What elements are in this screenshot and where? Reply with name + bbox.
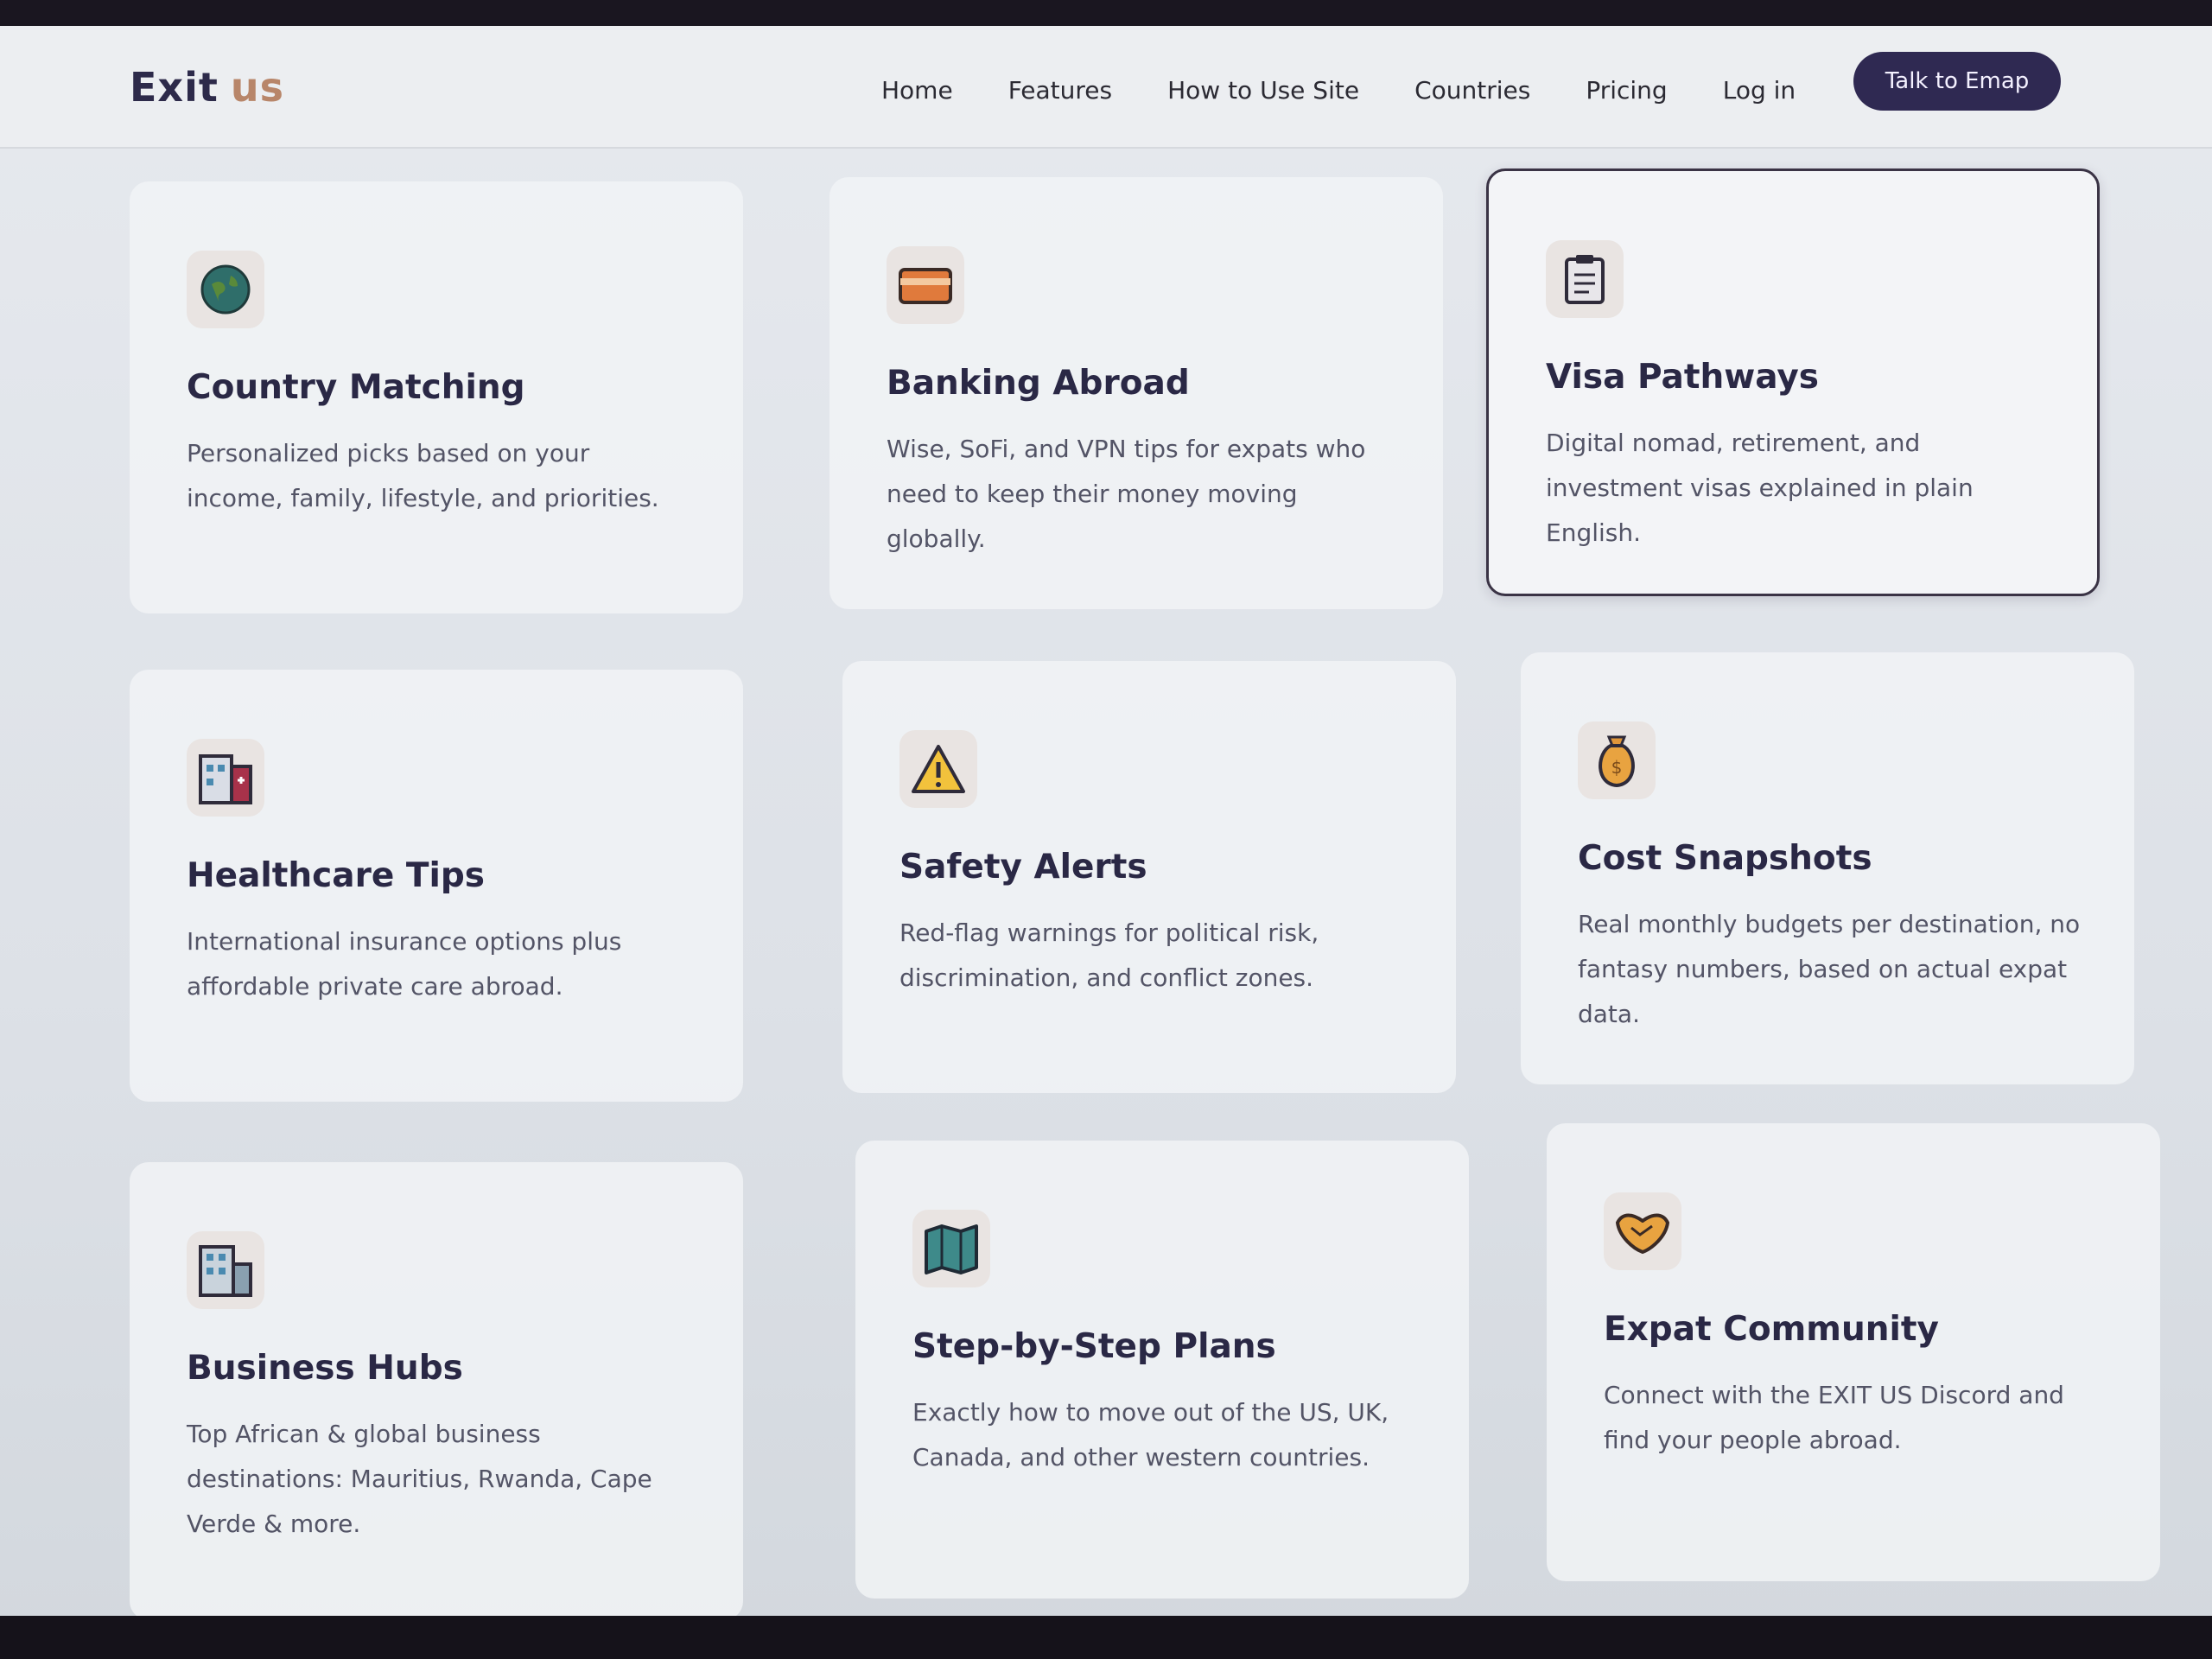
clipboard-icon <box>1546 240 1624 318</box>
logo-word-us: us <box>230 64 284 111</box>
logo-word-exit: Exit <box>130 64 219 111</box>
feature-card-visa-pathways[interactable]: Visa Pathways Digital nomad, retirement,… <box>1486 168 2100 596</box>
nav-link-features[interactable]: Features <box>1008 76 1112 105</box>
site-logo[interactable]: Exit us <box>130 64 284 111</box>
map-icon <box>912 1210 990 1287</box>
nav-link-pricing[interactable]: Pricing <box>1586 76 1667 105</box>
nav-link-how-to-use[interactable]: How to Use Site <box>1167 76 1359 105</box>
office-building-icon <box>187 1231 264 1309</box>
browser-viewport: Exit us Home Features How to Use Site Cou… <box>0 26 2212 1633</box>
feature-card-safety-alerts[interactable]: Safety Alerts Red-flag warnings for poli… <box>842 661 1456 1093</box>
feature-card-cost-snapshots[interactable]: $ Cost Snapshots Real monthly budgets pe… <box>1521 652 2134 1084</box>
feature-description: Top African & global business destinatio… <box>187 1420 652 1538</box>
feature-description: Personalized picks based on your income,… <box>187 439 659 512</box>
feature-card-business-hubs[interactable]: Business Hubs Top African & global busin… <box>130 1162 743 1620</box>
feature-description: Exactly how to move out of the US, UK, C… <box>912 1398 1389 1471</box>
feature-title: Expat Community <box>1604 1310 1939 1349</box>
feature-title: Cost Snapshots <box>1578 839 1872 878</box>
feature-title: Visa Pathways <box>1546 358 1820 397</box>
svg-text:$: $ <box>1611 757 1623 778</box>
top-navbar: Exit us Home Features How to Use Site Cou… <box>0 26 2212 149</box>
money-bag-icon: $ <box>1578 721 1656 799</box>
feature-description: Red-flag warnings for political risk, di… <box>899 918 1319 992</box>
feature-card-healthcare-tips[interactable]: Healthcare Tips International insurance … <box>130 670 743 1102</box>
feature-title: Step-by-Step Plans <box>912 1327 1276 1366</box>
feature-title: Healthcare Tips <box>187 856 485 895</box>
feature-description: International insurance options plus aff… <box>187 927 622 1001</box>
handshake-icon <box>1604 1192 1681 1270</box>
nav-link-countries[interactable]: Countries <box>1414 76 1530 105</box>
feature-title: Safety Alerts <box>899 848 1147 887</box>
nav-links: Home Features How to Use Site Countries … <box>881 76 1796 105</box>
globe-icon <box>187 251 264 328</box>
talk-to-emap-button[interactable]: Talk to Emap <box>1853 52 2061 111</box>
feature-description: Connect with the EXIT US Discord and fin… <box>1604 1381 2064 1454</box>
feature-description: Real monthly budgets per destination, no… <box>1578 910 2081 1028</box>
feature-description: Wise, SoFi, and VPN tips for expats who … <box>887 435 1366 553</box>
feature-title: Business Hubs <box>187 1349 463 1388</box>
feature-description: Digital nomad, retirement, and investmen… <box>1546 429 1974 547</box>
feature-card-expat-community[interactable]: Expat Community Connect with the EXIT US… <box>1547 1123 2160 1581</box>
feature-title: Country Matching <box>187 368 525 407</box>
nav-link-log-in[interactable]: Log in <box>1723 76 1796 105</box>
feature-card-banking-abroad[interactable]: Banking Abroad Wise, SoFi, and VPN tips … <box>830 177 1443 609</box>
feature-card-country-matching[interactable]: Country Matching Personalized picks base… <box>130 181 743 613</box>
hospital-icon <box>187 739 264 817</box>
credit-card-icon <box>887 246 964 324</box>
nav-link-home[interactable]: Home <box>881 76 953 105</box>
feature-title: Banking Abroad <box>887 364 1190 403</box>
feature-card-step-by-step-plans[interactable]: Step-by-Step Plans Exactly how to move o… <box>855 1141 1469 1599</box>
monitor-bezel <box>0 1616 2212 1659</box>
warning-icon <box>899 730 977 808</box>
